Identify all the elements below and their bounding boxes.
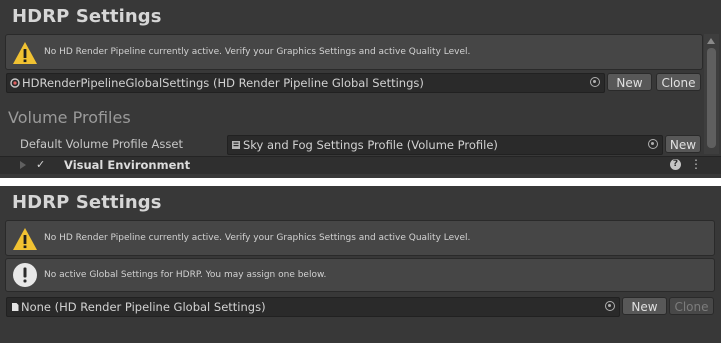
clone-button[interactable]: Clone — [656, 73, 701, 91]
bottom-inspector-panel: HDRP Settings No HD Render Pipeline curr… — [0, 186, 721, 343]
kebab-menu-icon[interactable]: ⋮ — [690, 157, 702, 171]
page-title: HDRP Settings — [12, 192, 162, 213]
object-picker-icon[interactable] — [605, 301, 615, 311]
asset-icon — [232, 141, 240, 149]
clone-button: Clone — [669, 297, 714, 315]
default-volume-profile-label: Default Volume Profile Asset — [20, 137, 183, 151]
top-inspector-panel: HDRP Settings No HD Render Pipeline curr… — [0, 0, 721, 178]
global-settings-value: None (HD Render Pipeline Global Settings… — [21, 300, 266, 314]
foldout-arrow-icon[interactable] — [20, 161, 26, 169]
new-button[interactable]: New — [622, 297, 667, 315]
page-title: HDRP Settings — [12, 6, 162, 27]
scrollbar[interactable] — [704, 34, 719, 154]
warning-helpbox: No HD Render Pipeline currently active. … — [5, 34, 703, 70]
info-message: No active Global Settings for HDRP. You … — [44, 270, 327, 280]
global-settings-field[interactable]: None (HD Render Pipeline Global Settings… — [6, 297, 620, 317]
asset-icon — [12, 303, 19, 311]
visual-environment-label: Visual Environment — [64, 158, 191, 172]
profile-new-button[interactable]: New — [665, 135, 701, 153]
asset-icon — [10, 78, 20, 88]
warning-helpbox: No HD Render Pipeline currently active. … — [5, 220, 715, 256]
warning-message: No HD Render Pipeline currently active. … — [44, 233, 471, 243]
info-icon — [13, 263, 37, 287]
scroll-up-icon[interactable] — [707, 38, 715, 44]
warning-icon — [13, 42, 37, 64]
object-picker-icon[interactable] — [590, 77, 600, 87]
visual-environment-checkbox[interactable]: ✓ — [36, 158, 45, 171]
volume-profiles-header: Volume Profiles — [8, 108, 131, 127]
info-helpbox: No active Global Settings for HDRP. You … — [5, 258, 715, 292]
default-volume-profile-value: Sky and Fog Settings Profile (Volume Pro… — [243, 138, 498, 152]
scrollbar-thumb[interactable] — [707, 48, 716, 148]
warning-icon — [13, 228, 37, 250]
global-settings-value: HDRenderPipelineGlobalSettings (HD Rende… — [22, 76, 424, 90]
warning-message: No HD Render Pipeline currently active. … — [44, 47, 471, 57]
help-icon[interactable]: ? — [670, 159, 681, 170]
global-settings-field[interactable]: HDRenderPipelineGlobalSettings (HD Rende… — [6, 73, 605, 93]
new-button[interactable]: New — [607, 73, 652, 91]
default-volume-profile-field[interactable]: Sky and Fog Settings Profile (Volume Pro… — [227, 135, 663, 155]
object-picker-icon[interactable] — [648, 139, 658, 149]
visual-environment-foldout[interactable]: ✓ Visual Environment ? ⋮ — [0, 156, 721, 174]
